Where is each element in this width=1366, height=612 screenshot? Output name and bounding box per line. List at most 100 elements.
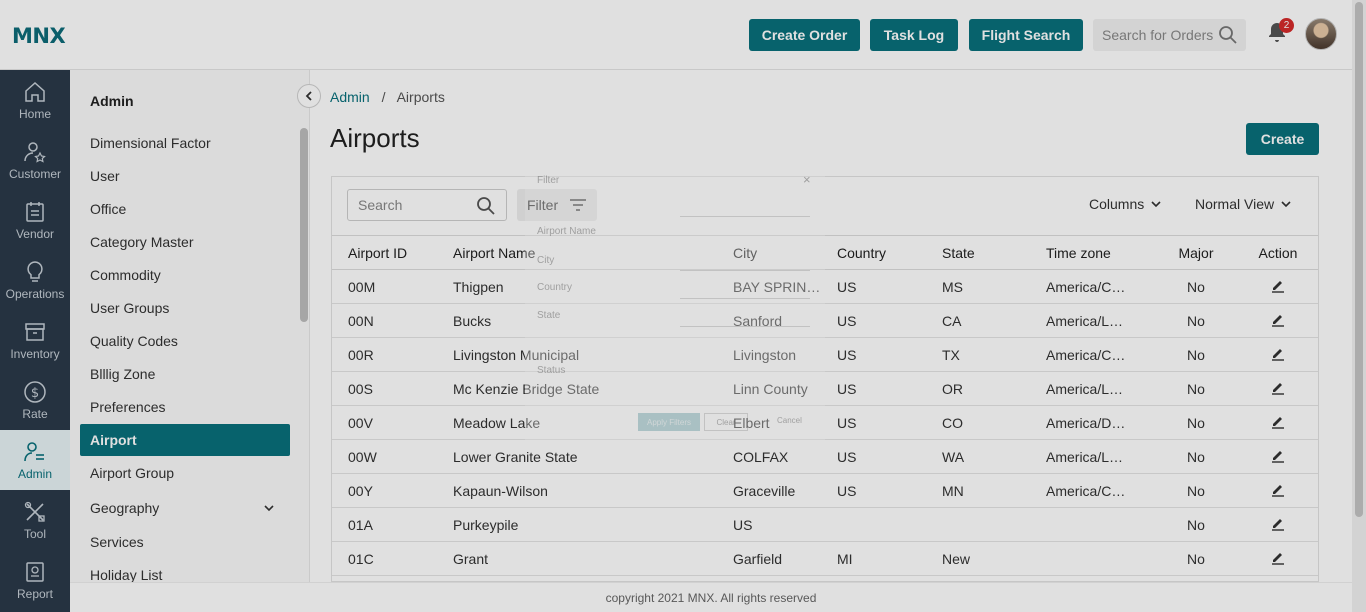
edit-pencil-icon[interactable] [1270,379,1286,395]
search-icon[interactable] [1218,25,1238,45]
column-header-country[interactable]: Country [821,236,926,270]
subnav-item-billing-zone[interactable]: Blllig Zone [80,358,290,390]
filter-modal-title: Filter [537,175,560,186]
cell-city: Graceville [733,482,796,499]
column-header-airport-id[interactable]: Airport ID [332,236,437,270]
filter-label-city: City [537,255,555,266]
cell-airport-name: Grant [453,550,489,567]
flight-search-button[interactable]: Flight Search [969,19,1083,51]
table-row[interactable]: 01C Grant Garfield MI New No [332,542,1318,576]
rail-item-vendor[interactable]: Vendor [0,190,70,250]
bulb-icon [27,261,43,282]
cell-major: No [1187,482,1205,499]
rail-item-report[interactable]: Report [0,550,70,610]
subnav-item-category-master[interactable]: Category Master [80,226,290,258]
edit-pencil-icon[interactable] [1270,277,1286,293]
subnav-item-services[interactable]: Services [80,526,290,558]
chevron-down-icon [1151,201,1161,208]
filter-field-line[interactable] [680,270,810,271]
table-row[interactable]: 00Y Kapaun-Wilson Graceville US MN America/C…… [332,474,1318,508]
table-row[interactable]: 00M Thigpen BAY SPRIN… US MS America/C… No [332,270,1318,304]
subnav-item-preferences[interactable]: Preferences [80,391,290,423]
cell-country: US [837,312,857,329]
edit-pencil-icon[interactable] [1270,549,1286,565]
rail-item-operations[interactable]: Operations [0,250,70,310]
subnav-item-commodity[interactable]: Commodity [80,259,290,291]
table-row[interactable]: 00S Mc Kenzie Bridge State Linn County US OR… [332,372,1318,406]
cell-airport-name: Kapaun-Wilson [453,482,548,499]
table-row[interactable]: 00V Meadow Lake Elbert US CO America/D… No [332,406,1318,440]
edit-pencil-icon[interactable] [1270,515,1286,531]
page-scrollbar-thumb[interactable] [1355,2,1363,517]
edit-pencil-icon[interactable] [1270,447,1286,463]
rail-label: Admin [17,467,52,481]
table-row[interactable]: 00N Bucks Sanford US CA America/L… No [332,304,1318,338]
app-window: MNX Create Order Task Log Flight Search … [0,0,1366,612]
cell-city: Garfield [733,550,783,567]
clear-filters-button[interactable]: Clear [704,413,748,431]
cell-airport-id: 00N [348,312,374,329]
task-log-button[interactable]: Task Log [870,19,958,51]
cell-airport-id: 00M [348,278,376,295]
subnav-item-geography[interactable]: Geography [80,492,290,524]
create-order-button[interactable]: Create Order [749,19,860,51]
cell-country: US [837,380,857,397]
collapse-sidebar-button[interactable] [297,84,321,108]
home-icon [25,81,45,102]
cell-state: New [942,550,971,567]
footer-copyright: copyright 2021 MNX. All rights reserved [605,590,817,605]
rail-item-inventory[interactable]: Inventory [0,310,70,370]
breadcrumb-admin-link[interactable]: Admin [330,89,370,105]
table-search-placeholder: Search [358,197,403,213]
column-header-state[interactable]: State [926,236,1030,270]
order-search-placeholder: Search for Orders [1102,27,1214,43]
create-button[interactable]: Create [1246,123,1319,155]
rail-label: Vendor [15,227,55,241]
table-search-input[interactable]: Search [347,189,507,221]
subnav-item-dimensional-factor[interactable]: Dimensional Factor [80,127,290,159]
subnav-item-user-groups[interactable]: User Groups [80,292,290,324]
filter-field-line[interactable] [680,326,810,327]
order-search-input[interactable]: Search for Orders [1093,19,1246,51]
rail-item-admin[interactable]: Admin [0,430,70,490]
user-avatar[interactable] [1305,18,1337,50]
rail-item-customer[interactable]: Customer [0,130,70,190]
table-row[interactable]: 00R Livingston Municipal Livingston US TX Ame… [332,338,1318,372]
rail-item-home[interactable]: Home [0,70,70,130]
subnav-item-airport[interactable]: Airport [80,424,290,456]
cell-country: MI [837,550,853,567]
top-bar: MNX Create Order Task Log Flight Search … [0,0,1352,70]
edit-pencil-icon[interactable] [1270,345,1286,361]
close-icon[interactable]: × [803,172,811,187]
search-icon[interactable] [476,196,496,216]
edit-pencil-icon[interactable] [1270,413,1286,429]
rail-item-tool[interactable]: Tool [0,490,70,550]
subnav-item-office[interactable]: Office [80,193,290,225]
columns-dropdown[interactable]: Columns [1089,196,1162,212]
rail-item-rate[interactable]: $ Rate [0,370,70,430]
brand-logo[interactable]: MNX [12,24,66,48]
table-row[interactable]: 01A Purkeypile US No [332,508,1318,542]
rail-label: Inventory [10,347,60,361]
edit-pencil-icon[interactable] [1270,311,1286,327]
subnav-item-airport-group[interactable]: Airport Group [80,457,290,489]
filter-field-line[interactable] [680,216,810,217]
page-title: Airports [330,123,420,153]
view-dropdown[interactable]: Normal View [1195,196,1292,212]
cell-country: US [837,448,857,465]
page-scrollbar[interactable] [1352,0,1366,612]
cancel-filters-button[interactable]: Cancel [777,416,802,425]
edit-pencil-icon[interactable] [1270,481,1286,497]
subnav-item-quality-codes[interactable]: Quality Codes [80,325,290,357]
cell-airport-id: 00S [348,380,373,397]
subnav-item-holiday-list[interactable]: Holiday List [80,559,290,582]
column-header-major[interactable]: Major [1156,236,1236,270]
filter-field-line[interactable] [680,298,810,299]
table-row[interactable]: 00W Lower Granite State COLFAX US WA America/… [332,440,1318,474]
column-header-time-zone[interactable]: Time zone [1030,236,1156,270]
apply-filters-button[interactable]: Apply Filters [638,413,700,431]
cell-country [821,508,926,542]
airports-table-card: Search Filter Columns Normal View Airpor… [331,176,1319,582]
subnav-item-user[interactable]: User [80,160,290,192]
subnav-scrollbar-thumb[interactable] [300,128,308,322]
